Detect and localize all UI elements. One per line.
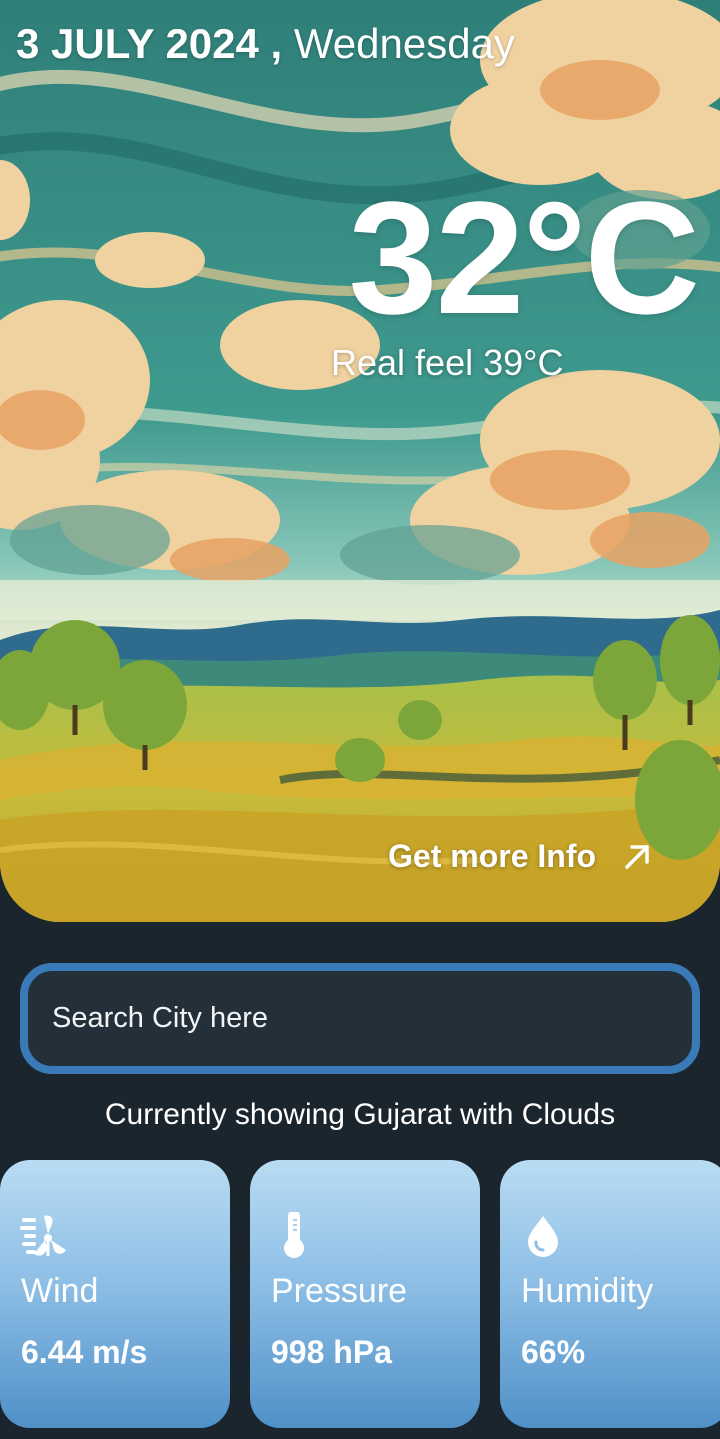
landscape-background	[0, 0, 720, 922]
search-city-input[interactable]	[28, 971, 692, 1066]
pressure-value: 998 hPa	[271, 1334, 392, 1370]
wind-value: 6.44 m/s	[21, 1334, 148, 1370]
weather-screen: 3 JULY 2024 , Wednesday 32°C Real feel 3…	[0, 0, 720, 1439]
temperature-value: 32°C	[348, 168, 700, 347]
wind-label: Wind	[21, 1272, 99, 1310]
thermometer-icon	[284, 1212, 304, 1258]
pressure-label: Pressure	[271, 1272, 408, 1310]
hero-illustration: 3 JULY 2024 , Wednesday 32°C Real feel 3…	[0, 0, 720, 922]
humidity-card[interactable]: Humidity 66%	[500, 1160, 720, 1428]
wind-turbine-icon	[20, 1215, 66, 1256]
humidity-label: Humidity	[521, 1272, 654, 1310]
get-more-info-link[interactable]: Get more Info	[388, 838, 652, 875]
water-drop-icon	[528, 1216, 558, 1257]
humidity-value: 66%	[521, 1334, 586, 1370]
weekday-text: Wednesday	[293, 20, 515, 67]
date-separator: ,	[258, 20, 283, 67]
get-more-info-label: Get more Info	[388, 838, 597, 874]
current-date: 3 JULY 2024 , Wednesday	[16, 20, 515, 68]
pressure-card[interactable]: Pressure 998 hPa	[250, 1160, 480, 1428]
wind-card[interactable]: Wind 6.44 m/s	[0, 1160, 230, 1428]
date-text: 3 JULY 2024	[16, 20, 259, 67]
weather-cards: Wind 6.44 m/s Pressure 998 hPa Humidity …	[0, 1160, 720, 1430]
arrow-up-right-icon	[625, 844, 649, 869]
search-box	[20, 963, 700, 1074]
real-feel-text: Real feel 39°C	[331, 342, 564, 383]
status-text: Currently showing Gujarat with Clouds	[104, 1098, 616, 1131]
